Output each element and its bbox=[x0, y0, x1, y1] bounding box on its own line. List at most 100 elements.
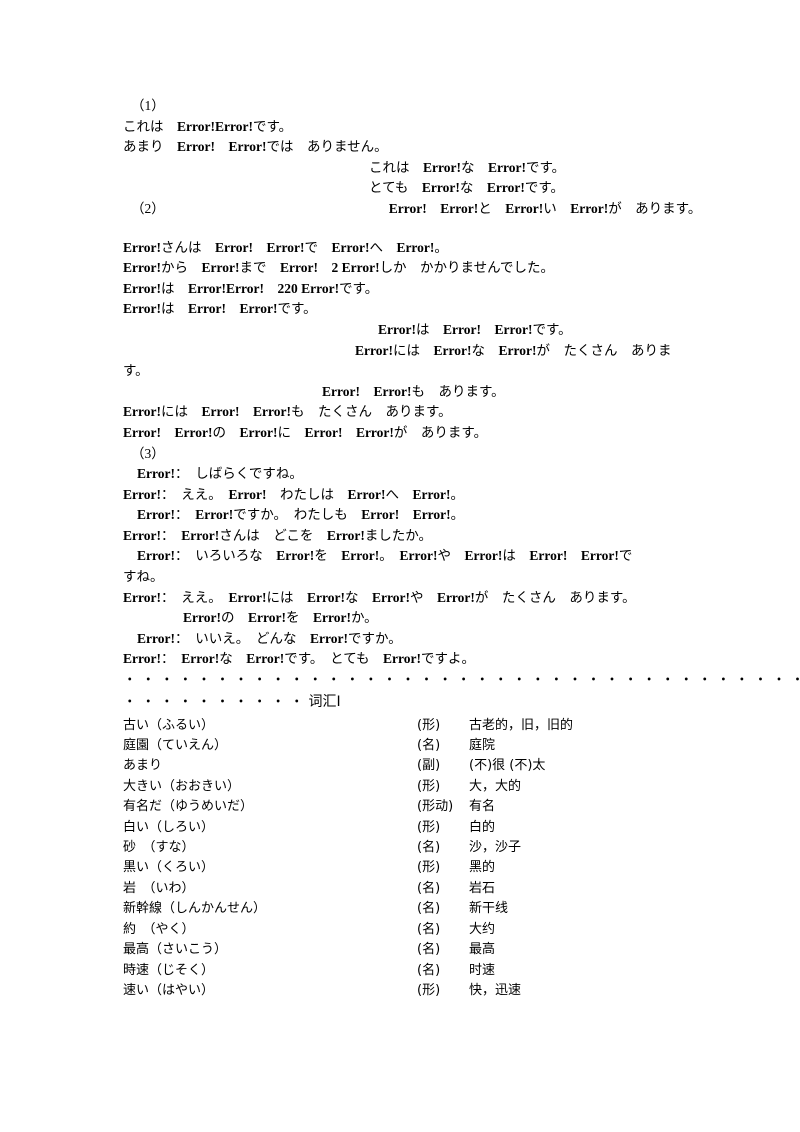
table-row: 新幹線（しんかんせん） (名) 新干线 bbox=[123, 899, 681, 919]
exercise-2-line: す。 bbox=[123, 363, 149, 379]
error-token: Error! bbox=[309, 630, 348, 646]
exercise-2-line: Error!さんは Error! Error!で Error!へ Error!。 bbox=[123, 239, 448, 255]
exercise-2-line: Error!は Error! Error!です。 bbox=[123, 301, 317, 317]
error-token: Error! bbox=[494, 321, 533, 337]
error-token: Error! bbox=[421, 180, 460, 196]
error-token: Error! bbox=[137, 548, 175, 564]
vocab-word: 有名だ（ゆうめいだ） bbox=[123, 799, 254, 815]
vocab-meaning: 时速 bbox=[469, 962, 496, 978]
vocab-meaning: 沙，沙子 bbox=[469, 840, 522, 856]
exercise-3-number: （3） bbox=[131, 445, 165, 461]
vocab-word: 速い（はやい） bbox=[123, 982, 215, 998]
vocab-pos: (形) bbox=[417, 860, 441, 876]
error-token: Error! bbox=[228, 139, 267, 155]
vocab-pos: (形) bbox=[417, 717, 441, 733]
dialogue-line: Error!： Error!ですか。 わたしも Error! Error!。 bbox=[137, 507, 465, 523]
error-token: Error! bbox=[246, 651, 285, 667]
dialogue-line: Error!： しばらくですね。 bbox=[137, 466, 303, 482]
error-token: Error! bbox=[201, 260, 240, 276]
vocab-meaning: 最高 bbox=[469, 942, 496, 958]
error-token: Error! bbox=[347, 486, 386, 502]
error-token: Error! bbox=[396, 239, 435, 255]
error-token: Error! bbox=[355, 424, 394, 440]
vocab-meaning: 大，大的 bbox=[469, 778, 522, 794]
error-token: Error! bbox=[187, 301, 226, 317]
error-token: Error! bbox=[331, 239, 370, 255]
table-row: 砂 （すな） (名) 沙，沙子 bbox=[123, 838, 681, 858]
error-token: Error! bbox=[177, 139, 215, 155]
error-token: 220 Error! bbox=[277, 280, 340, 296]
vocabulary-heading: 词汇Ⅰ bbox=[308, 693, 341, 710]
error-token: Error! bbox=[228, 589, 267, 605]
vocab-meaning: 新干线 bbox=[469, 901, 509, 917]
error-token: Error! bbox=[442, 321, 481, 337]
vocab-pos: (名) bbox=[417, 738, 441, 754]
table-row: 最高（さいこう） (名) 最高 bbox=[123, 940, 681, 960]
error-token: Error! bbox=[214, 118, 253, 134]
vocab-pos: (名) bbox=[417, 840, 441, 856]
error-token: Error! bbox=[247, 610, 286, 626]
exercise-2-line: Error! Error!も あります。 bbox=[322, 383, 505, 399]
error-token: Error! bbox=[123, 260, 161, 276]
dialogue-line: Error!の Error!を Error!か。 bbox=[183, 610, 378, 626]
vocab-pos: (形) bbox=[417, 778, 441, 794]
error-token: Error! bbox=[388, 200, 427, 216]
vocab-meaning: 庭院 bbox=[469, 738, 496, 754]
error-token: Error! bbox=[123, 527, 161, 543]
error-token: Error! bbox=[123, 589, 161, 605]
error-token: Error! bbox=[322, 383, 360, 399]
vocabulary-table: 古い（ふるい） (形) 古老的，旧，旧的 庭園（ていえん） (名) 庭院 あまり… bbox=[123, 716, 681, 1002]
error-token: Error! bbox=[529, 548, 568, 564]
error-token: Error! bbox=[266, 239, 305, 255]
error-token: Error! bbox=[373, 383, 412, 399]
dotted-separator-partial: ・・・・・・・・・・ bbox=[123, 693, 309, 709]
error-token: Error! bbox=[306, 589, 345, 605]
error-token: Error! bbox=[181, 651, 220, 667]
error-token: Error! bbox=[433, 342, 472, 358]
error-token: Error! bbox=[123, 424, 161, 440]
error-token: Error! bbox=[312, 610, 351, 626]
error-token: Error! bbox=[487, 159, 526, 175]
vocab-pos: (副) bbox=[417, 758, 441, 774]
dialogue-line: Error!： ええ。 Error!には Error!な Error!や Err… bbox=[123, 589, 636, 605]
vocab-word: 庭園（ていえん） bbox=[123, 738, 228, 754]
dialogue-line: Error!： Error!さんは どこを Error!ましたか。 bbox=[123, 527, 433, 543]
error-token: Error! bbox=[580, 548, 619, 564]
error-token: Error! bbox=[464, 548, 503, 564]
exercise-2-line: Error! Error!の Error!に Error! Error!が あり… bbox=[123, 424, 488, 440]
error-token: Error! bbox=[505, 200, 544, 216]
exercise-1-line: これは Error!な Error!です。 bbox=[369, 159, 566, 175]
vocab-meaning: 白的 bbox=[469, 819, 496, 835]
error-token: Error! bbox=[486, 180, 525, 196]
error-token: 2 Error! bbox=[331, 260, 380, 276]
error-token: Error! bbox=[252, 404, 291, 420]
table-row: 速い（はやい） (形) 快，迅速 bbox=[123, 981, 681, 1001]
exercise-1-line: とても Error!な Error!です。 bbox=[369, 180, 565, 196]
exercise-1-number: （1） bbox=[131, 98, 165, 113]
vocab-pos: (名) bbox=[417, 942, 441, 958]
error-token: Error! bbox=[177, 118, 215, 134]
error-token: Error! bbox=[371, 589, 410, 605]
error-token: Error! bbox=[123, 404, 161, 420]
error-token: Error! bbox=[137, 507, 175, 523]
error-token: Error! bbox=[174, 424, 213, 440]
error-token: Error! bbox=[201, 404, 240, 420]
table-row: 大きい（おおきい） (形) 大，大的 bbox=[123, 777, 681, 797]
vocabulary-heading-row: ・・・・・・・・・・词汇Ⅰ bbox=[123, 691, 681, 713]
exercise-2-line: Error!は Error!Error! 220 Error!です。 bbox=[123, 280, 379, 296]
vocab-word: 時速（じそく） bbox=[123, 962, 215, 978]
vocab-word: あまり bbox=[123, 758, 163, 774]
error-token: Error! bbox=[214, 239, 253, 255]
vocab-word: 最高（さいこう） bbox=[123, 942, 228, 958]
exercise-1-line: これは Error!Error!です。 bbox=[123, 118, 293, 134]
error-token: Error! bbox=[326, 527, 365, 543]
vocab-pos: (形) bbox=[417, 819, 441, 835]
error-token: Error! bbox=[570, 200, 609, 216]
vocab-pos: (名) bbox=[417, 901, 441, 917]
error-token: Error! bbox=[123, 239, 161, 255]
vocab-word: 黒い（くろい） bbox=[123, 860, 215, 876]
error-token: Error! bbox=[361, 507, 400, 523]
vocab-word: 約 （やく） bbox=[123, 921, 195, 937]
error-token: Error! bbox=[276, 548, 315, 564]
table-row: 岩 （いわ） (名) 岩石 bbox=[123, 879, 681, 899]
